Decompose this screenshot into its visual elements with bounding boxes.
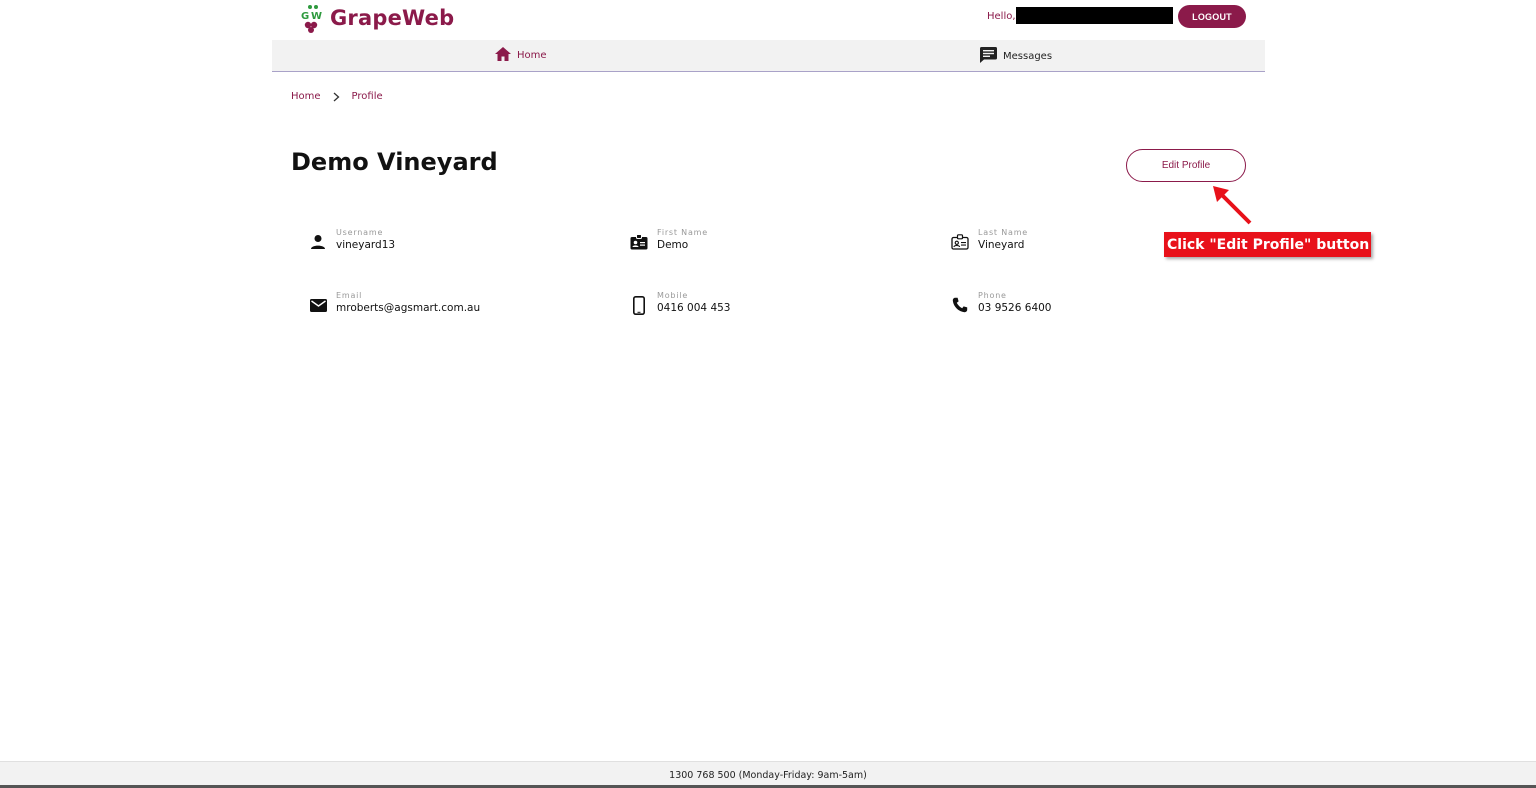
- greeting-text: Hello,: [987, 11, 1016, 22]
- logout-button[interactable]: LOGOUT: [1178, 5, 1246, 28]
- breadcrumb-profile: Profile: [351, 91, 383, 102]
- field-value: 0416 004 453: [657, 302, 731, 314]
- edit-profile-button[interactable]: Edit Profile: [1126, 149, 1246, 182]
- nav-messages-label: Messages: [1003, 51, 1053, 62]
- breadcrumb: Home Profile: [291, 91, 383, 102]
- message-icon: [980, 47, 1003, 66]
- redacted-username: [1016, 7, 1173, 24]
- field-username: Username vineyard13: [308, 228, 395, 253]
- svg-text:G: G: [301, 11, 309, 22]
- grapeweb-logo[interactable]: G W GrapeWeb: [298, 2, 454, 34]
- field-label: First Name: [657, 228, 708, 237]
- field-label: Email: [336, 291, 363, 300]
- field-last-name: Last Name Vineyard: [950, 228, 1028, 253]
- smartphone-icon: [629, 295, 649, 315]
- field-label: Phone: [978, 291, 1007, 300]
- field-mobile: Mobile 0416 004 453: [629, 291, 730, 316]
- app-header: G W GrapeWeb Hello, LOGOUT: [272, 0, 1265, 40]
- breadcrumb-home[interactable]: Home: [291, 91, 321, 102]
- page-title: Demo Vineyard: [291, 148, 498, 176]
- footer-contact-text: 1300 768 500 (Monday-Friday: 9am-5am): [669, 769, 867, 781]
- badge-icon: [629, 232, 649, 252]
- svg-text:W: W: [311, 11, 322, 22]
- logo-text: GrapeWeb: [330, 6, 454, 30]
- nav-home-label: Home: [517, 50, 547, 61]
- field-value: vineyard13: [336, 239, 396, 251]
- nav-messages[interactable]: Messages: [980, 47, 1052, 66]
- home-icon: [495, 47, 517, 64]
- badge-outline-icon: [950, 232, 970, 252]
- annotation-arrow-icon: [1208, 182, 1254, 232]
- nav-home[interactable]: Home: [495, 47, 547, 64]
- chevron-right-icon: [333, 92, 340, 102]
- field-email: Email mroberts@agsmart.com.au: [308, 291, 480, 316]
- grape-logo-icon: G W: [298, 3, 328, 33]
- person-icon: [308, 232, 328, 252]
- field-phone: Phone 03 9526 6400: [950, 291, 1051, 316]
- main-nav: Home Messages: [272, 40, 1265, 72]
- field-label: Last Name: [978, 228, 1029, 237]
- logo-text-web: Web: [402, 6, 455, 30]
- field-value: 03 9526 6400: [978, 302, 1052, 314]
- field-label: Mobile: [657, 291, 689, 300]
- mail-icon: [308, 295, 328, 315]
- logo-text-grape: Grape: [330, 6, 403, 30]
- field-label: Username: [336, 228, 384, 237]
- phone-icon: [950, 295, 970, 315]
- annotation-label: Click "Edit Profile" button: [1164, 232, 1371, 257]
- field-first-name: First Name Demo: [629, 228, 708, 253]
- field-value: Demo: [657, 239, 689, 251]
- field-value: Vineyard: [978, 239, 1025, 251]
- footer: 1300 768 500 (Monday-Friday: 9am-5am): [0, 761, 1536, 788]
- field-value: mroberts@agsmart.com.au: [336, 302, 481, 314]
